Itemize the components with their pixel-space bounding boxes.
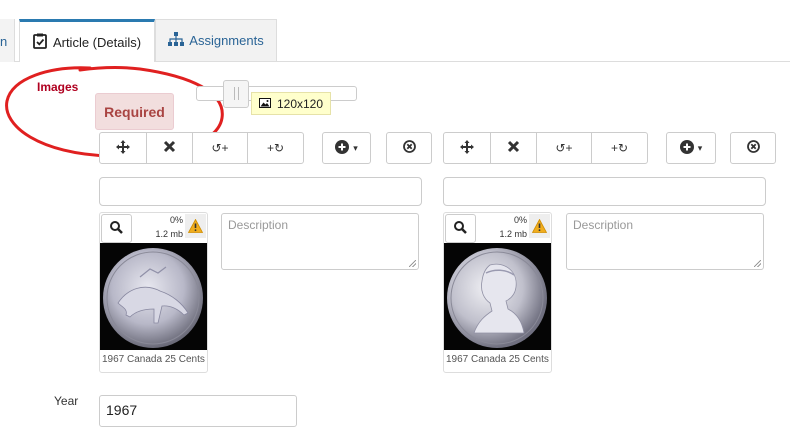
- close-icon: [163, 140, 176, 156]
- upload-progress: 0%: [513, 215, 527, 225]
- search-icon: [454, 220, 467, 237]
- tab-article-details[interactable]: Article (Details): [19, 19, 155, 62]
- delete-button[interactable]: [490, 132, 537, 164]
- image-title-input[interactable]: [99, 177, 422, 206]
- image-toolbar-2: ↺+ +↻: [443, 132, 648, 164]
- remove-image-button[interactable]: [386, 132, 432, 164]
- required-badge: Required: [95, 93, 174, 130]
- sitemap-icon: [168, 32, 185, 49]
- search-icon: [110, 220, 123, 237]
- rotate-right-label: +↻: [610, 141, 629, 155]
- rotate-right-button[interactable]: +↻: [247, 132, 304, 164]
- size-tooltip: 120x120: [251, 92, 331, 115]
- move-icon: [460, 139, 474, 157]
- warning-icon: [185, 214, 206, 238]
- zoom-button[interactable]: [445, 214, 476, 243]
- year-label: Year: [54, 394, 79, 408]
- rotate-right-button[interactable]: +↻: [591, 132, 648, 164]
- coin-image-queen[interactable]: [444, 243, 551, 350]
- circle-x-icon: [402, 140, 416, 156]
- tab-bar: n Article (Details) Assignments: [0, 0, 790, 62]
- image-icon: [258, 97, 271, 111]
- rotate-left-label: ↺+: [555, 141, 573, 155]
- zoom-button[interactable]: [101, 214, 132, 243]
- rotate-left-button[interactable]: ↺+: [192, 132, 248, 164]
- add-dropdown-button[interactable]: ▾: [666, 132, 716, 164]
- image-toolbar-1: ↺+ +↻: [99, 132, 304, 164]
- move-button[interactable]: [99, 132, 147, 164]
- rotate-left-button[interactable]: ↺+: [536, 132, 592, 164]
- upload-progress: 0%: [169, 215, 183, 225]
- tab-assignments[interactable]: Assignments: [155, 19, 277, 61]
- image-card: 0% 1.2 mb 1967 Canada 25 Cents: [99, 212, 208, 373]
- image-caption: 1967 Canada 25 Cents: [446, 354, 549, 365]
- file-size: 1.2 mb: [499, 229, 527, 239]
- warning-icon: [529, 214, 550, 238]
- add-dropdown-button[interactable]: ▾: [322, 132, 371, 164]
- year-input[interactable]: 1967: [99, 395, 297, 427]
- image-title-input[interactable]: [443, 177, 766, 206]
- image-card: 0% 1.2 mb 1967 Canada 25 Cents: [443, 212, 552, 373]
- plus-circle-icon: [679, 139, 694, 157]
- images-label: Images: [37, 80, 79, 94]
- tab-previous-label: n: [0, 34, 8, 49]
- plus-circle-icon: [335, 139, 350, 157]
- delete-button[interactable]: [146, 132, 193, 164]
- size-tooltip-text: 120x120: [276, 96, 324, 111]
- rotate-left-label: ↺+: [211, 141, 229, 155]
- coin-image-caribou[interactable]: [100, 243, 207, 350]
- close-icon: [507, 140, 520, 156]
- chevron-down-icon: ▾: [353, 142, 358, 153]
- chevron-down-icon: ▾: [697, 142, 703, 153]
- tab-assignments-label: Assignments: [189, 33, 264, 48]
- description-textarea[interactable]: Description: [221, 213, 419, 270]
- image-caption: 1967 Canada 25 Cents: [102, 354, 205, 365]
- move-icon: [116, 139, 130, 157]
- move-button[interactable]: [443, 132, 491, 164]
- remove-image-button[interactable]: [730, 132, 776, 164]
- slider-handle[interactable]: [223, 80, 249, 108]
- description-textarea[interactable]: Description: [566, 213, 764, 270]
- circle-x-icon: [746, 140, 760, 156]
- tab-article-details-label: Article (Details): [52, 34, 142, 50]
- rotate-right-label: +↻: [266, 141, 285, 155]
- clipboard-check-icon: [33, 33, 47, 52]
- file-size: 1.2 mb: [155, 229, 183, 239]
